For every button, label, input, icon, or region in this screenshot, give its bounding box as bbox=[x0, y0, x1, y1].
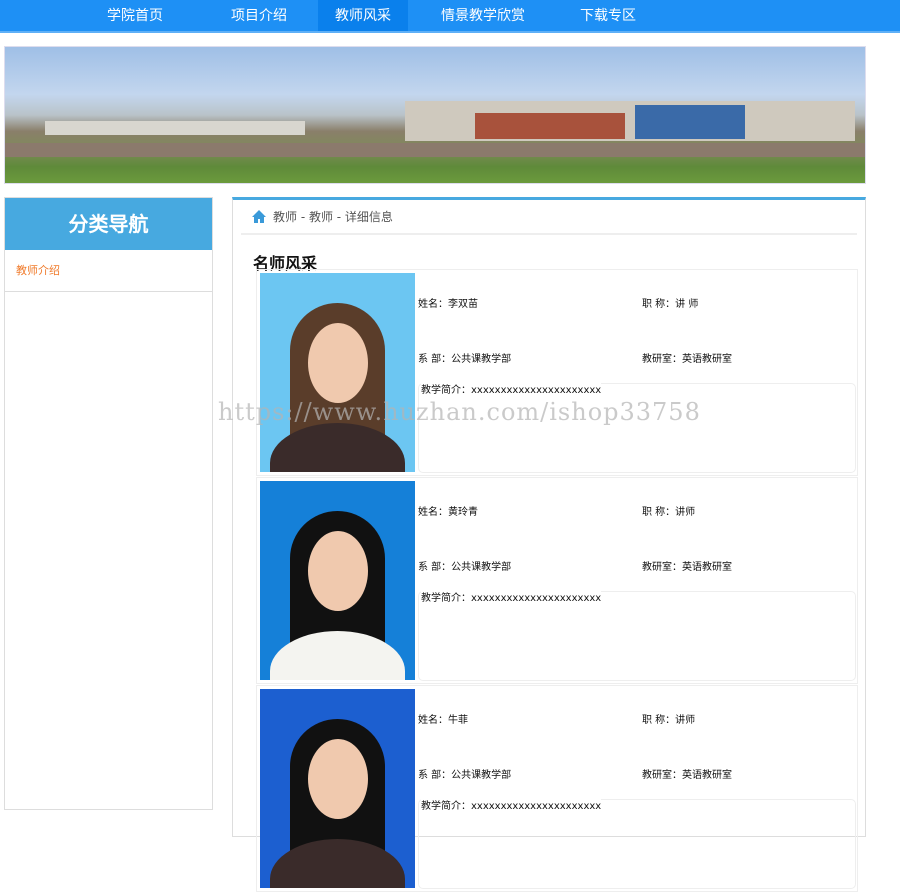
sidebar-item-teacher-intro[interactable]: 教师介绍 bbox=[5, 250, 212, 292]
teacher-name: 姓名：黄玲青 bbox=[418, 503, 478, 518]
teacher-title: 职 称：讲 师 bbox=[642, 295, 698, 310]
teacher-name: 姓名：李双苗 bbox=[418, 295, 478, 310]
home-icon[interactable] bbox=[251, 209, 267, 224]
main-content: 教师 - 教师 - 详细信息 名师风采 姓名：李双苗 职 称：讲 师 系 部：公… bbox=[232, 197, 866, 837]
nav-scenario-teaching[interactable]: 情景教学欣赏 bbox=[408, 0, 558, 31]
teacher-title: 职 称：讲师 bbox=[642, 503, 695, 518]
teacher-card: 姓名：李双苗 职 称：讲 师 系 部：公共课教学部 教研室：英语教研室 教学简介… bbox=[256, 269, 858, 476]
breadcrumb: 教师 - 教师 - 详细信息 bbox=[241, 200, 857, 235]
nav-downloads[interactable]: 下载专区 bbox=[558, 0, 658, 31]
teacher-photo bbox=[260, 481, 415, 680]
watermark: https://www.huzhan.com/ishop33758 bbox=[218, 398, 701, 426]
teacher-intro: 教学简介：xxxxxxxxxxxxxxxxxxxxxx bbox=[421, 797, 601, 812]
teacher-name: 姓名：牛菲 bbox=[418, 711, 468, 726]
teacher-intro-box: 教学简介：xxxxxxxxxxxxxxxxxxxxxx bbox=[418, 591, 856, 681]
teacher-department: 系 部：公共课教学部 bbox=[418, 766, 511, 781]
teacher-office: 教研室：英语教研室 bbox=[642, 350, 732, 365]
teacher-intro-box: 教学简介：xxxxxxxxxxxxxxxxxxxxxx bbox=[418, 383, 856, 473]
teacher-card: 姓名：黄玲青 职 称：讲师 系 部：公共课教学部 教研室：英语教研室 教学简介：… bbox=[256, 477, 858, 684]
teacher-title: 职 称：讲师 bbox=[642, 711, 695, 726]
teacher-department: 系 部：公共课教学部 bbox=[418, 558, 511, 573]
nav-projects[interactable]: 项目介绍 bbox=[200, 0, 318, 31]
top-nav: 学院首页 项目介绍 教师风采 情景教学欣赏 下载专区 bbox=[0, 0, 900, 33]
nav-home[interactable]: 学院首页 bbox=[70, 0, 200, 31]
teacher-photo bbox=[260, 689, 415, 888]
teacher-office: 教研室：英语教研室 bbox=[642, 766, 732, 781]
teacher-intro-box: 教学简介：xxxxxxxxxxxxxxxxxxxxxx bbox=[418, 799, 856, 889]
category-sidebar: 分类导航 教师介绍 bbox=[4, 197, 213, 810]
teacher-office: 教研室：英语教研室 bbox=[642, 558, 732, 573]
teacher-department: 系 部：公共课教学部 bbox=[418, 350, 511, 365]
teacher-photo bbox=[260, 273, 415, 472]
teacher-intro: 教学简介：xxxxxxxxxxxxxxxxxxxxxx bbox=[421, 381, 601, 396]
breadcrumb-text: 教师 - 教师 - 详细信息 bbox=[273, 208, 393, 225]
sidebar-title: 分类导航 bbox=[5, 198, 212, 250]
nav-teachers[interactable]: 教师风采 bbox=[318, 0, 408, 31]
campus-banner-image bbox=[4, 46, 866, 184]
teacher-card: 姓名：牛菲 职 称：讲师 系 部：公共课教学部 教研室：英语教研室 教学简介：x… bbox=[256, 685, 858, 892]
teacher-intro: 教学简介：xxxxxxxxxxxxxxxxxxxxxx bbox=[421, 589, 601, 604]
